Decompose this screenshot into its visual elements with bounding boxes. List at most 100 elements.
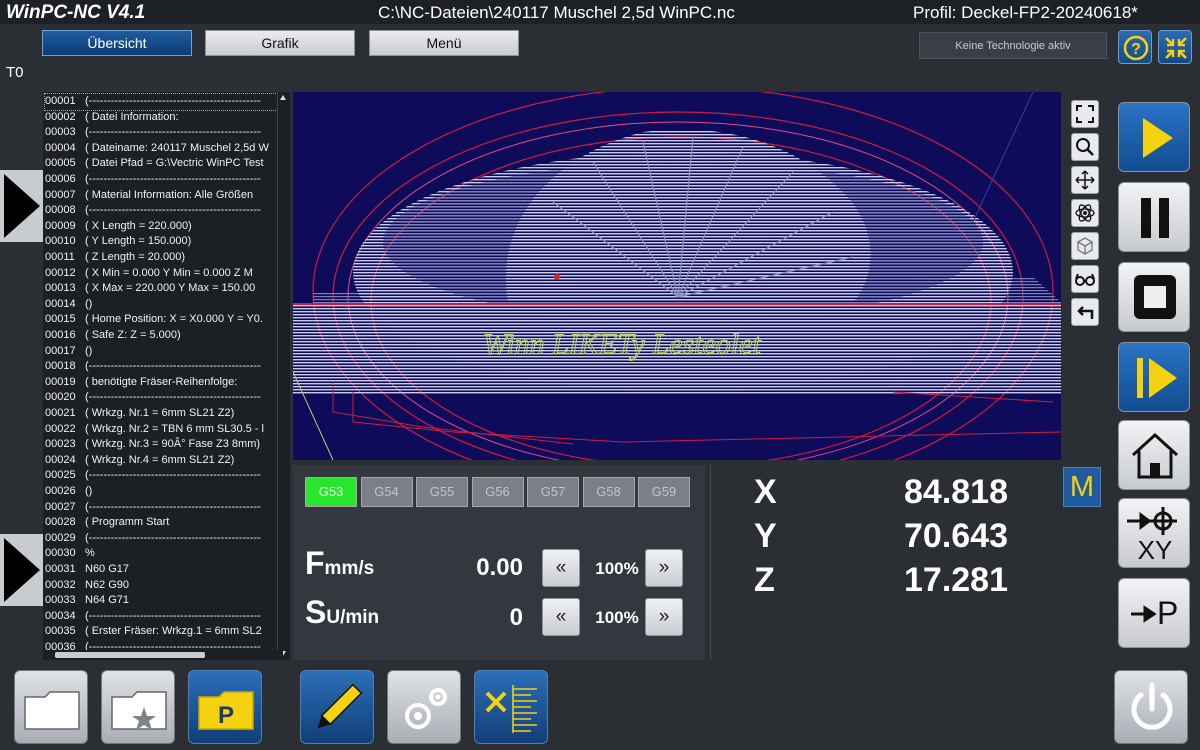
project-folder-button[interactable]: P	[188, 670, 262, 744]
line-number: 00020	[45, 391, 76, 404]
code-line[interactable]: 00001 (----------------------------------…	[44, 93, 280, 111]
start-button[interactable]	[1118, 102, 1190, 172]
code-line[interactable]: 00032 N62 G90	[45, 578, 279, 594]
power-button[interactable]	[1114, 670, 1188, 744]
edit-button[interactable]	[300, 670, 374, 744]
feed-increase-button[interactable]: »	[645, 549, 683, 587]
code-line[interactable]: 00024 ( Wrkzg. Nr.4 = 6mm SL21 Z2)	[45, 453, 279, 469]
view-3d-button[interactable]	[1071, 232, 1099, 260]
spindle-decrease-button[interactable]: «	[542, 598, 580, 636]
park-button[interactable]: P	[1118, 578, 1190, 648]
offset-g55-button[interactable]: G55	[416, 477, 468, 507]
rotate-view-button[interactable]	[1071, 199, 1099, 227]
line-number: 00019	[45, 375, 76, 388]
offset-g58-button[interactable]: G58	[582, 477, 635, 507]
stop-button[interactable]	[1118, 262, 1190, 332]
code-line[interactable]: 00015 ( Home Position: X = X0.000 Y = Y0.	[45, 312, 279, 328]
atom-icon	[1075, 204, 1095, 222]
code-line[interactable]: 00018 (----------------------------------…	[45, 359, 279, 375]
tool-table-button[interactable]	[474, 670, 548, 744]
line-text: ( Wrkzg. Nr.3 = 90Â° Fase Z3 8mm)	[85, 438, 261, 451]
code-line[interactable]: 00033 N64 G71	[45, 593, 279, 609]
feed-letter: F	[305, 545, 325, 581]
back-button[interactable]	[1071, 298, 1099, 326]
shrink-arrows-icon	[1165, 37, 1187, 59]
tab-overview[interactable]: Übersicht	[42, 30, 192, 56]
offset-g54-button[interactable]: G54	[360, 477, 413, 507]
machine-coords-toggle[interactable]: M	[1063, 467, 1101, 507]
code-line[interactable]: 00002 ( Datei Information:	[45, 110, 279, 126]
scroll-arrows-icon	[280, 95, 286, 656]
line-text: (---------------------------------------…	[85, 469, 261, 482]
toolpath-preview[interactable]: Winn LIKETy Lesteolet	[293, 92, 1061, 460]
code-line[interactable]: 00022 ( Wrkzg. Nr.2 = TBN 6 mm SL30.5 - l	[45, 422, 279, 438]
code-line[interactable]: 00012 ( X Min = 0.000 Y Min = 0.000 Z M	[45, 266, 279, 282]
line-text: ( Wrkzg. Nr.2 = TBN 6 mm SL30.5 - l	[85, 422, 265, 435]
code-line[interactable]: 00005 ( Datei Pfad = G:\Vectric WinPC Tes…	[45, 156, 279, 172]
vertical-scrollbar[interactable]	[277, 92, 287, 660]
code-line[interactable]: 00030%	[45, 546, 279, 562]
code-line[interactable]: 00007 ( Material Information: Alle Größen	[45, 188, 279, 204]
code-line[interactable]: 00013 ( X Max = 220.000 Y Max = 150.00	[45, 281, 279, 297]
reference-xy-label: XY	[1137, 535, 1173, 565]
zoom-button[interactable]	[1071, 133, 1099, 161]
minimize-button[interactable]	[1158, 30, 1192, 64]
resume-button[interactable]	[1118, 342, 1190, 412]
code-line[interactable]: 00023 ( Wrkzg. Nr.3 = 90Â° Fase Z3 8mm)	[45, 437, 279, 453]
triangle-right-icon	[4, 174, 40, 238]
run-from-line-button[interactable]	[0, 534, 43, 606]
reference-xy-button[interactable]: XY	[1118, 498, 1190, 568]
code-line[interactable]: 00031 N60 G17	[45, 562, 279, 578]
help-button[interactable]: ?	[1118, 30, 1152, 64]
code-line[interactable]: 00028 ( Programm Start	[45, 515, 279, 531]
code-line[interactable]: 00019 ( benötigte Fräser-Reihenfolge:	[45, 375, 279, 391]
horizontal-scrollbar[interactable]	[43, 650, 283, 660]
tab-graphics[interactable]: Grafik	[205, 30, 355, 56]
expand-panel-button[interactable]	[0, 170, 43, 242]
line-text: ( Programm Start	[85, 516, 170, 529]
line-text: ( Datei Information:	[85, 110, 179, 123]
svg-text:Winn LIKETy Lesteolet: Winn LIKETy Lesteolet	[483, 328, 761, 361]
code-line[interactable]: 00014 ()	[45, 297, 279, 313]
code-line[interactable]: 00027 (----------------------------------…	[45, 500, 279, 516]
code-line[interactable]: 00006 (----------------------------------…	[45, 172, 279, 188]
line-text: ( X Length = 220.000)	[85, 219, 192, 232]
offset-g59-button[interactable]: G59	[638, 477, 690, 507]
code-line[interactable]: 00020 (----------------------------------…	[45, 390, 279, 406]
code-line[interactable]: 00025 (----------------------------------…	[45, 468, 279, 484]
scroll-thumb[interactable]	[55, 652, 205, 658]
code-line[interactable]: 00008 (----------------------------------…	[45, 203, 279, 219]
code-line[interactable]: 00034 (----------------------------------…	[45, 609, 279, 625]
open-file-button[interactable]	[14, 670, 88, 744]
gcode-listing[interactable]: 00001 (----------------------------------…	[43, 92, 290, 660]
technology-button[interactable]: Keine Technologie aktiv	[919, 32, 1107, 59]
code-line[interactable]: 00003 (----------------------------------…	[45, 125, 279, 141]
code-line[interactable]: 00021 ( Wrkzg. Nr.1 = 6mm SL21 Z2)	[45, 406, 279, 422]
spindle-increase-button[interactable]: »	[645, 598, 683, 636]
code-line[interactable]: 00026 ()	[45, 484, 279, 500]
settings-button[interactable]	[387, 670, 461, 744]
code-line[interactable]: 00009 ( X Length = 220.000)	[45, 219, 279, 235]
tab-menu[interactable]: Menü	[369, 30, 519, 56]
code-line[interactable]: 00029 (----------------------------------…	[45, 531, 279, 547]
code-line[interactable]: 00035 ( Erster Fräser: Wrkzg.1 = 6mm SL2	[45, 624, 279, 640]
offset-g53-button[interactable]: G53	[305, 477, 357, 507]
power-icon	[1131, 682, 1173, 730]
code-line[interactable]: 00016 ( Safe Z: Z = 5.000)	[45, 328, 279, 344]
feed-decrease-button[interactable]: «	[542, 549, 580, 587]
code-line[interactable]: 00004 ( Dateiname: 240117 Muschel 2,5d W	[45, 141, 279, 157]
line-number: 00021	[45, 407, 76, 419]
code-line[interactable]: 00010 ( Y Length = 150.000)	[45, 234, 279, 250]
pause-button[interactable]	[1118, 182, 1190, 252]
view-glasses-button[interactable]	[1071, 265, 1099, 293]
home-button[interactable]	[1118, 420, 1190, 490]
offset-g56-button[interactable]: G56	[471, 477, 524, 507]
line-number: 00007	[45, 188, 76, 201]
offset-g57-button[interactable]: G57	[527, 477, 579, 507]
zoom-fit-button[interactable]	[1071, 100, 1099, 128]
code-line[interactable]: 00011 ( Z Length = 20.000)	[45, 250, 279, 266]
glasses-icon	[1075, 273, 1095, 286]
favorites-button[interactable]	[101, 670, 175, 744]
code-line[interactable]: 00017 ()	[45, 344, 279, 360]
pan-button[interactable]	[1071, 166, 1099, 194]
